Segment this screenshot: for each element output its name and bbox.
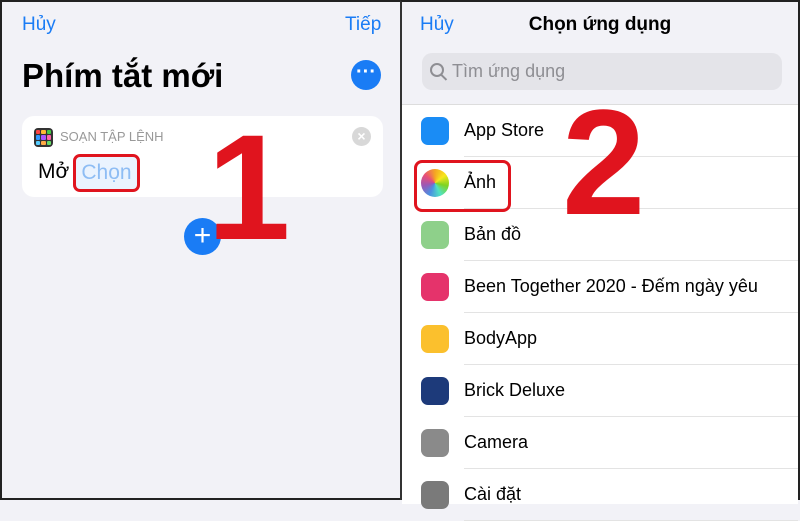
action-verb: Mở: [38, 160, 70, 183]
settings-icon: [421, 481, 449, 509]
app-name: BodyApp: [464, 328, 538, 348]
app-list-item[interactable]: Been Together 2020 - Đếm ngày yêu: [402, 261, 798, 313]
choose-app-panel: Hủy Chọn ứng dụng Tìm ứng dụng App Store…: [400, 0, 800, 521]
app-name: Been Together 2020 - Đếm ngày yêu: [464, 276, 758, 296]
search-placeholder: Tìm ứng dụng: [452, 61, 566, 81]
new-shortcut-panel: Hủy Tiếp Phím tắt mới ··· SOẠN TẬP LỆNH …: [0, 0, 400, 500]
app-store-icon: [421, 117, 449, 145]
scripting-icon: [34, 128, 53, 147]
choose-app-param[interactable]: Chọn: [73, 154, 140, 192]
app-name: App Store: [464, 120, 545, 140]
cancel-button[interactable]: Hủy: [22, 14, 56, 36]
remove-action-icon[interactable]: ×: [352, 127, 371, 146]
app-list-item[interactable]: Brick Deluxe: [402, 365, 798, 417]
app-list-item[interactable]: Cài đặt: [402, 469, 798, 521]
app-name: Bản đồ: [464, 224, 522, 244]
app-list-item[interactable]: BodyApp: [402, 313, 798, 365]
bodyapp-icon: [421, 325, 449, 353]
app-name: Brick Deluxe: [464, 380, 566, 400]
step-number-2: 2: [562, 78, 646, 246]
action-category: SOẠN TẬP LỆNH: [60, 129, 164, 144]
more-options-button[interactable]: ···: [351, 60, 381, 90]
step-number-1: 1: [207, 103, 291, 271]
camera-icon: [421, 429, 449, 457]
highlight-box: [414, 160, 511, 212]
action-card: SOẠN TẬP LỆNH × Mở Chọn: [22, 116, 383, 197]
maps-icon: [421, 221, 449, 249]
brick-deluxe-icon: [421, 377, 449, 405]
app-name: Cài đặt: [464, 484, 522, 504]
next-button[interactable]: Tiếp: [345, 14, 381, 36]
panel-title: Chọn ứng dụng: [528, 14, 672, 35]
app-name: Camera: [464, 432, 529, 452]
app-list-item[interactable]: Camera: [402, 417, 798, 469]
been-together-icon: [421, 273, 449, 301]
page-title: Phím tắt mới: [22, 57, 224, 94]
search-icon: [430, 63, 444, 77]
